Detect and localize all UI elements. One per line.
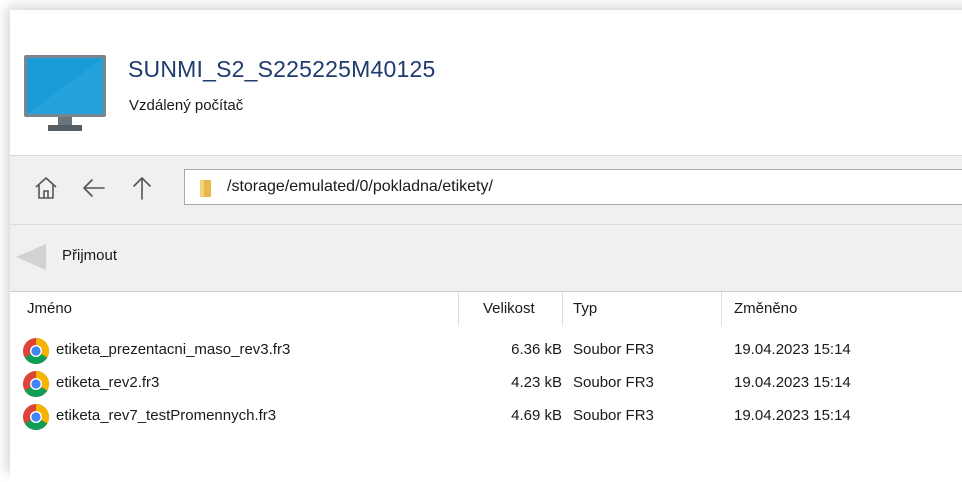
file-type: Soubor FR3: [573, 341, 654, 358]
home-button[interactable]: [32, 174, 60, 202]
file-type: Soubor FR3: [573, 407, 654, 424]
column-divider[interactable]: [721, 292, 722, 326]
file-type: Soubor FR3: [573, 374, 654, 391]
column-header-size[interactable]: Velikost: [483, 292, 535, 326]
receive-label: Přijmout: [62, 247, 118, 264]
file-modified: 19.04.2023 15:14: [734, 407, 851, 424]
navigation-bar: /storage/emulated/0/pokladna/etikety/: [10, 156, 962, 224]
file-name: etiketa_prezentacni_maso_rev3.fr3: [56, 341, 291, 358]
file-size: 4.23 kB: [511, 374, 562, 391]
file-modified: 19.04.2023 15:14: [734, 341, 851, 358]
file-name: etiketa_rev2.fr3: [56, 374, 160, 391]
home-icon: [35, 177, 57, 199]
chrome-file-icon: [23, 371, 50, 398]
folder-icon: [200, 180, 211, 197]
left-arrow-icon: [16, 244, 46, 270]
device-header: SUNMI_S2_S225225M40125 Vzdálený počítač: [10, 10, 962, 155]
path-text: /storage/emulated/0/pokladna/etikety/: [227, 178, 493, 195]
back-button[interactable]: [80, 174, 108, 202]
device-subtitle: Vzdálený počítač: [129, 97, 244, 114]
file-row[interactable]: etiketa_rev7_testPromennych.fr3 4.69 kB …: [10, 399, 962, 432]
column-divider[interactable]: [458, 292, 459, 326]
monitor-icon: [24, 55, 106, 131]
column-header-type[interactable]: Typ: [573, 292, 597, 326]
up-arrow-icon: [133, 177, 151, 200]
file-size: 6.36 kB: [511, 341, 562, 358]
file-modified: 19.04.2023 15:14: [734, 374, 851, 391]
column-divider[interactable]: [562, 292, 563, 326]
receive-button[interactable]: Přijmout: [14, 241, 164, 273]
device-title: SUNMI_S2_S225225M40125: [128, 56, 436, 82]
file-row[interactable]: etiketa_prezentacni_maso_rev3.fr3 6.36 k…: [10, 333, 962, 366]
up-button[interactable]: [128, 174, 156, 202]
file-size: 4.69 kB: [511, 407, 562, 424]
chrome-file-icon: [23, 404, 50, 431]
chrome-file-icon: [23, 338, 50, 365]
path-field[interactable]: /storage/emulated/0/pokladna/etikety/: [184, 169, 962, 205]
back-arrow-icon: [83, 179, 105, 197]
action-toolbar: Přijmout: [10, 224, 962, 292]
app-window: SUNMI_S2_S225225M40125 Vzdálený počítač: [10, 10, 962, 482]
column-header-name[interactable]: Jméno: [27, 292, 72, 326]
file-list: Jméno Velikost Typ Změněno etiketa_preze…: [10, 292, 962, 482]
file-row[interactable]: etiketa_rev2.fr3 4.23 kB Soubor FR3 19.0…: [10, 366, 962, 399]
file-name: etiketa_rev7_testPromennych.fr3: [56, 407, 277, 424]
column-header-modified[interactable]: Změněno: [734, 292, 797, 326]
